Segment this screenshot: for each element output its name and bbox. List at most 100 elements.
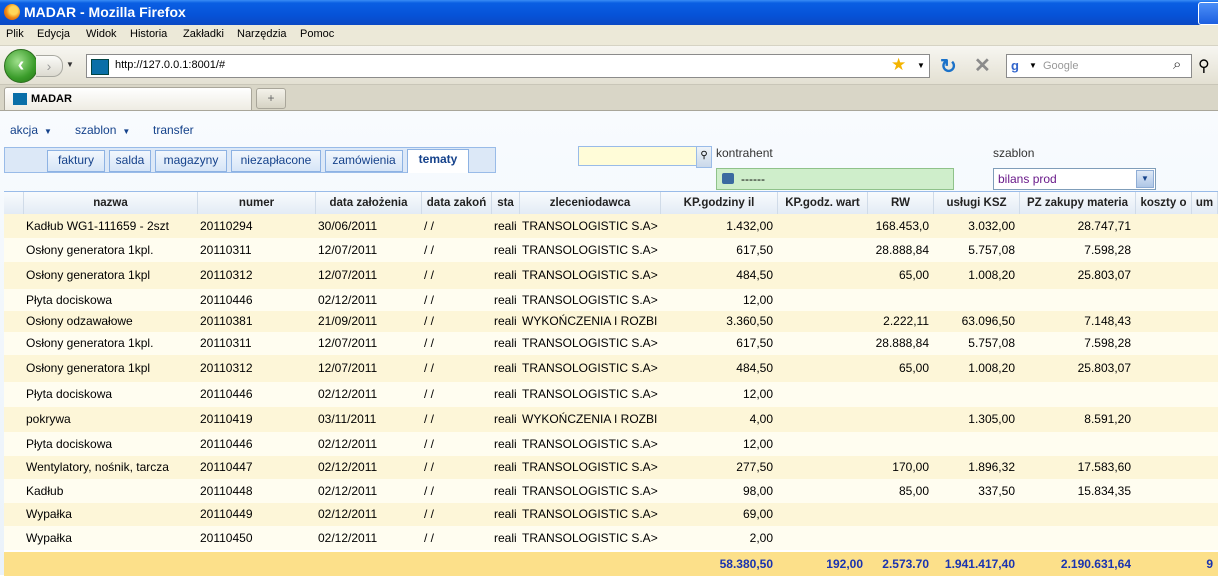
table-row[interactable]: Osłony generatora 1kpl. 20110311 12/07/201… [4,332,1218,355]
column-header[interactable]: zleceniodawca [520,192,661,214]
tab-magazyny[interactable]: magazyny [155,150,227,172]
total-cell [198,552,313,576]
table-row[interactable]: Wypałka 20110450 02/12/2011 / / realiz TRANSO… [4,526,1218,550]
table-cell [934,432,1018,456]
tab-madar[interactable]: MADAR [4,87,252,110]
menu-historia[interactable]: Historia [130,28,167,40]
back-button[interactable]: ‹ [4,49,38,83]
table-cell: 20110448 [200,484,253,498]
tab-zamowienia[interactable]: zamówienia [325,150,403,172]
reload-icon[interactable]: ↻ [940,54,957,79]
column-header[interactable]: data zakoń [422,192,492,214]
menu-edycja[interactable]: Edycja [37,28,70,40]
column-header[interactable]: PZ zakupy materia [1020,192,1136,214]
table-row[interactable]: Osłony generatora 1kpl 20110312 12/07/2011… [4,262,1218,289]
column-header[interactable]: data założenia [316,192,422,214]
address-bar[interactable]: http://127.0.0.1:8001/# ★ ▼ [86,54,930,78]
history-dropdown-icon[interactable]: ▼ [64,55,76,75]
table-cell: 69,00 [742,507,773,521]
table-row[interactable]: Kadłub WG1-111659 - 2szt 20110294 30/06/20… [4,214,1218,238]
table-row[interactable]: Kadłub 20110448 02/12/2011 / / realiz TRANSOL… [4,479,1218,503]
window-control-button[interactable] [1198,2,1218,25]
transfer-menu[interactable]: transfer [153,123,194,137]
column-header[interactable]: usługi KSZ [934,192,1020,214]
column-header[interactable]: koszty o [1136,192,1192,214]
new-tab-button[interactable]: + [256,88,286,109]
table-row[interactable]: Osłony generatora 1kpl 20110312 12/07/2011… [4,355,1218,382]
table-cell [1136,407,1190,432]
szablon-select[interactable]: bilans prod ▼ [993,168,1156,190]
chevron-down-icon[interactable]: ▼ [1136,170,1154,188]
table-cell [1136,355,1190,382]
site-favicon-icon [91,59,109,75]
table-cell [1020,526,1134,550]
forward-button[interactable]: › [36,55,63,77]
table-cell: 168.453,0 [875,219,929,233]
table-cell: / / [424,531,435,545]
search-box[interactable]: g ▼ Google ⌕ [1006,54,1192,78]
menu-plik[interactable]: Plik [6,28,24,40]
table-row[interactable]: Płyta dociskowa 20110446 02/12/2011 / / real… [4,432,1218,456]
table-row[interactable]: Wypałka 20110449 02/12/2011 / / realiz TRANSO… [4,503,1218,526]
url-dropdown-icon[interactable]: ▼ [917,61,925,70]
column-header[interactable]: KP.godziny il [661,192,778,214]
filter-search-icon[interactable]: ⚲ [696,146,712,168]
google-icon[interactable]: g [1011,59,1027,73]
column-header[interactable]: nazwa [24,192,198,214]
table-cell: 20110449 [200,507,253,521]
kontrahent-field[interactable]: ------ [716,168,954,190]
table-cell: realiz [494,314,517,328]
table-cell: 98,00 [742,484,773,498]
tab-tematy[interactable]: tematy [407,149,469,173]
url-text[interactable]: http://127.0.0.1:8001/# [115,59,225,71]
bookmark-star-icon[interactable]: ★ [891,55,906,75]
table-cell [868,432,932,456]
table-cell: 28.747,71 [1077,219,1131,233]
table-row[interactable]: pokrywa 20110419 03/11/2011 / / realiz WYKOŃC… [4,407,1218,432]
toolbar-extra-icon[interactable]: ⚲ [1198,56,1210,76]
navigation-toolbar: ‹ › ▼ http://127.0.0.1:8001/# ★ ▼ ↻ ✕ g … [0,46,1218,85]
table-cell [934,289,1018,311]
table-cell [1192,503,1216,526]
search-engine-dropdown-icon[interactable]: ▼ [1029,61,1037,70]
column-header[interactable]: KP.godz. wart [778,192,868,214]
table-cell [778,311,866,332]
table-row[interactable]: Płyta dociskowa 20110446 02/12/2011 / / real… [4,289,1218,311]
table-cell: pokrywa [26,412,71,426]
table-cell [1192,214,1216,238]
table-cell: 5.757,08 [968,336,1015,350]
table-cell: 617,50 [736,243,773,257]
table-row[interactable]: Wentylatory, nośnik, tarcza 20110447 02/12… [4,456,1218,479]
table-row[interactable]: Płyta dociskowa 20110446 02/12/2011 / / real… [4,382,1218,407]
stop-icon[interactable]: ✕ [974,53,991,78]
table-cell: / / [424,336,435,350]
column-header[interactable]: um [1192,192,1218,214]
column-header[interactable]: RW [868,192,934,214]
table-cell [1136,262,1190,289]
akcja-menu[interactable]: akcja ▼ [10,123,52,137]
menu-widok[interactable]: Widok [86,28,117,40]
table-cell: TRANSOLOGISTIC S.A> 9 [522,293,658,307]
table-cell [778,289,866,311]
search-placeholder[interactable]: Google [1043,60,1078,72]
tab-faktury[interactable]: faktury [47,150,105,172]
search-icon[interactable]: ⌕ [1173,56,1181,73]
menu-pomoc[interactable]: Pomoc [300,28,334,40]
menu-zakladki[interactable]: Zakładki [183,28,224,40]
lookup-icon[interactable] [722,173,734,184]
filter-input[interactable] [578,146,698,166]
tab-salda[interactable]: salda [109,150,151,172]
column-header[interactable]: sta [492,192,520,214]
table-cell: 17.583,60 [1077,460,1131,474]
table-cell: 02/12/2011 [318,437,378,451]
table-row[interactable]: Osłony generatora 1kpl. 20110311 12/07/201… [4,238,1218,262]
app-content: akcja ▼ szablon ▼ transfer faktury salda m… [0,111,1218,576]
table-cell: realiz [494,460,517,474]
szablon-menu[interactable]: szablon ▼ [75,123,130,137]
table-cell: 12/07/2011 [318,243,378,257]
column-header[interactable]: numer [198,192,316,214]
table-row[interactable]: Osłony odzawałowe 20110381 21/09/2011 / / re… [4,311,1218,332]
table-cell [1136,289,1190,311]
tab-niezaplacone[interactable]: niezapłacone [231,150,321,172]
menu-narzedzia[interactable]: Narzędzia [237,28,287,40]
